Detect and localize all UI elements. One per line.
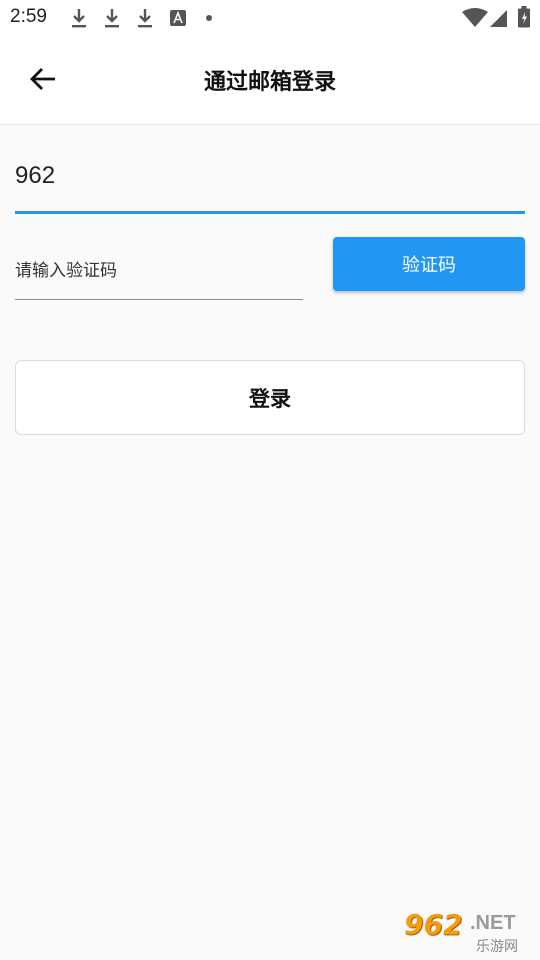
login-button[interactable]: 登录 — [15, 360, 525, 435]
status-bar: 2:59 — [0, 0, 540, 36]
email-value: 962 — [15, 162, 56, 189]
watermark-logo: 962 .NET 乐游网 — [400, 908, 536, 956]
download-icon — [105, 9, 119, 28]
verification-code-input[interactable]: 请输入验证码 — [15, 240, 303, 300]
status-time: 2:59 — [10, 6, 47, 27]
battery-icon — [518, 6, 530, 28]
login-button-label: 登录 — [249, 386, 291, 411]
verification-code-placeholder: 请输入验证码 — [15, 261, 117, 281]
download-icon — [72, 9, 86, 28]
app-bar: 通过邮箱登录 — [0, 36, 540, 125]
page-title: 通过邮箱登录 — [203, 70, 336, 95]
get-verification-code-label: 验证码 — [402, 255, 456, 276]
download-icon — [138, 9, 152, 28]
email-field[interactable]: 962 — [15, 150, 525, 214]
dot-icon — [206, 15, 212, 21]
watermark-suffix: .NET — [470, 912, 516, 934]
watermark-main: 962 — [404, 908, 463, 941]
text-a-icon — [170, 10, 186, 26]
wifi-icon — [462, 8, 488, 27]
get-verification-code-button[interactable]: 验证码 — [333, 237, 525, 291]
watermark-sub: 乐游网 — [476, 939, 518, 955]
signal-icon — [490, 10, 507, 27]
